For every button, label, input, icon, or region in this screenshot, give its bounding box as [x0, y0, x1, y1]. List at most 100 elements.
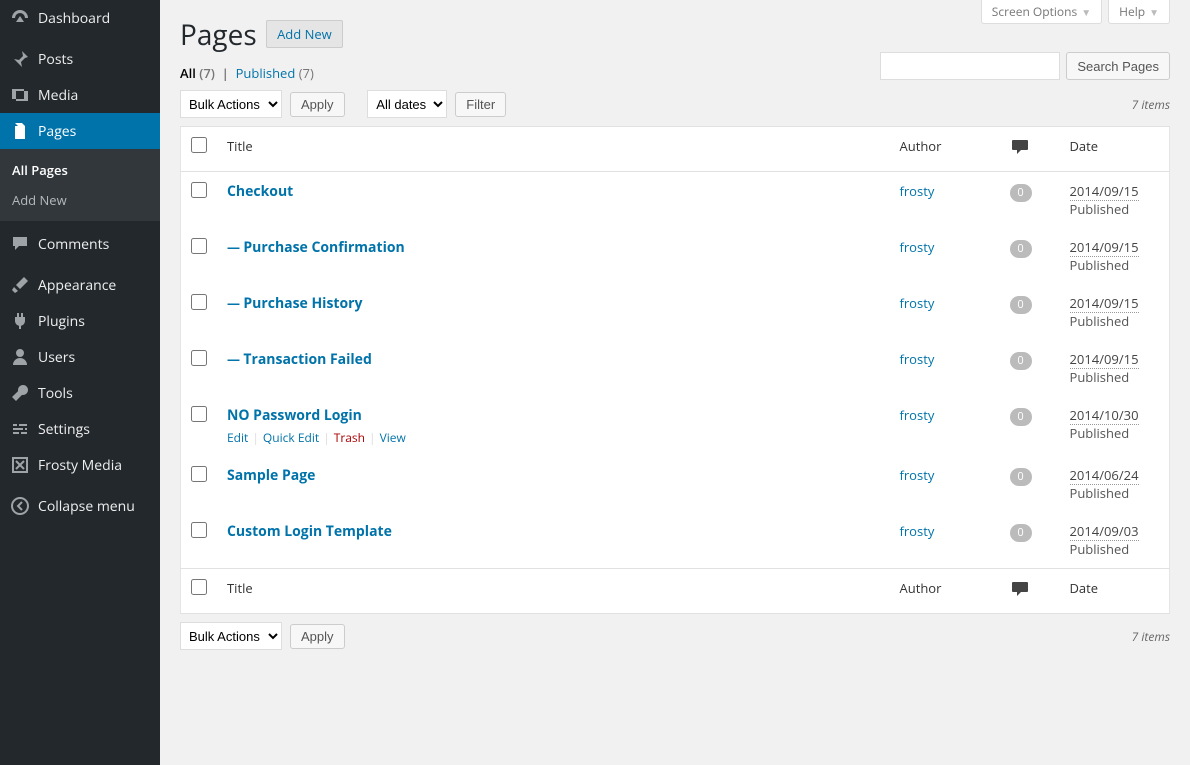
- column-title-foot[interactable]: Title: [217, 569, 890, 614]
- row-date: 2014/09/03: [1070, 522, 1139, 541]
- comment-count[interactable]: 0: [1010, 240, 1032, 258]
- sidebar-item-posts[interactable]: Posts: [0, 41, 160, 77]
- sidebar-item-label: Frosty Media: [38, 456, 122, 475]
- table-row: — Purchase History frosty 0 2014/09/15Publi…: [181, 284, 1170, 340]
- sidebar-item-label: Appearance: [38, 276, 116, 295]
- row-checkbox[interactable]: [191, 466, 207, 482]
- row-date: 2014/09/15: [1070, 294, 1139, 313]
- sidebar-item-users[interactable]: Users: [0, 339, 160, 375]
- page-title-link[interactable]: Checkout: [227, 182, 293, 201]
- column-comments-foot[interactable]: [1000, 569, 1060, 614]
- row-checkbox[interactable]: [191, 522, 207, 538]
- add-new-button[interactable]: Add New: [266, 20, 343, 48]
- comment-icon: [10, 234, 30, 254]
- row-status: Published: [1070, 368, 1130, 386]
- submenu-item-all-pages[interactable]: All Pages: [0, 155, 160, 185]
- row-checkbox[interactable]: [191, 406, 207, 422]
- tablenav-top: Bulk Actions Apply All dates Filter 7 it…: [180, 90, 1170, 118]
- table-row: Sample Pagefrosty02014/06/24Published: [181, 456, 1170, 512]
- dates-select[interactable]: All dates: [367, 90, 447, 118]
- column-author[interactable]: Author: [890, 127, 1000, 172]
- page-title-link[interactable]: Sample Page: [227, 466, 315, 485]
- sidebar-item-tools[interactable]: Tools: [0, 375, 160, 411]
- search-input[interactable]: [880, 52, 1060, 80]
- child-indicator: —: [227, 294, 243, 312]
- pages-icon: [10, 121, 30, 141]
- sliders-icon: [10, 419, 30, 439]
- sidebar-item-collapse-menu[interactable]: Collapse menu: [0, 488, 160, 524]
- sidebar-item-label: Media: [38, 86, 78, 105]
- row-checkbox[interactable]: [191, 294, 207, 310]
- page-title-link[interactable]: Purchase History: [243, 294, 362, 313]
- sidebar-item-frosty-media[interactable]: Frosty Media: [0, 447, 160, 483]
- row-date: 2014/09/15: [1070, 182, 1139, 201]
- author-link[interactable]: frosty: [900, 406, 935, 424]
- filter-button[interactable]: Filter: [455, 92, 506, 117]
- row-status: Published: [1070, 540, 1130, 558]
- column-author-foot[interactable]: Author: [890, 569, 1000, 614]
- comment-icon: [1010, 579, 1030, 599]
- sidebar-item-comments[interactable]: Comments: [0, 226, 160, 262]
- filter-all[interactable]: All (7): [180, 64, 215, 82]
- bulk-apply-button[interactable]: Apply: [290, 92, 345, 117]
- row-checkbox[interactable]: [191, 238, 207, 254]
- submenu-item-add-new[interactable]: Add New: [0, 185, 160, 215]
- table-row: NO Password LoginEdit|Quick Edit|Trash|V…: [181, 396, 1170, 456]
- edit-link[interactable]: Edit: [227, 429, 248, 446]
- table-row: Checkoutfrosty02014/09/15Published: [181, 172, 1170, 229]
- table-row: — Transaction Failedfrosty02014/09/15Pub…: [181, 340, 1170, 396]
- sidebar-item-settings[interactable]: Settings: [0, 411, 160, 447]
- comment-count[interactable]: 0: [1010, 408, 1032, 426]
- filter-published[interactable]: Published (7): [236, 64, 314, 82]
- row-status: Published: [1070, 312, 1130, 330]
- sidebar-item-plugins[interactable]: Plugins: [0, 303, 160, 339]
- comment-count[interactable]: 0: [1010, 184, 1032, 202]
- author-link[interactable]: frosty: [900, 522, 935, 540]
- trash-link[interactable]: Trash: [334, 429, 365, 446]
- bulk-actions-select-bottom[interactable]: Bulk Actions: [180, 622, 282, 650]
- quick-edit-link[interactable]: Quick Edit: [263, 429, 319, 446]
- row-status: Published: [1070, 484, 1130, 502]
- row-checkbox[interactable]: [191, 182, 207, 198]
- page-title-link[interactable]: Transaction Failed: [243, 350, 371, 369]
- column-title[interactable]: Title: [217, 127, 890, 172]
- comment-count[interactable]: 0: [1010, 524, 1032, 542]
- child-indicator: —: [227, 350, 243, 368]
- sidebar-item-pages[interactable]: Pages: [0, 113, 160, 149]
- pages-table: Title Author Date Checkout frosty 0 2014/09…: [180, 126, 1170, 614]
- page-title-link[interactable]: NO Password Login: [227, 406, 362, 425]
- page-title-link[interactable]: Custom Login Template: [227, 522, 392, 541]
- comment-count[interactable]: 0: [1010, 468, 1032, 486]
- author-link[interactable]: frosty: [900, 238, 935, 256]
- help-tab[interactable]: Help▼: [1108, 0, 1170, 24]
- sidebar-item-dashboard[interactable]: Dashboard: [0, 0, 160, 36]
- comment-count[interactable]: 0: [1010, 296, 1032, 314]
- sidebar-item-media[interactable]: Media: [0, 77, 160, 113]
- author-link[interactable]: frosty: [900, 182, 935, 200]
- screen-options-tab[interactable]: Screen Options▼: [981, 0, 1102, 24]
- sidebar-item-label: Settings: [38, 420, 90, 439]
- author-link[interactable]: frosty: [900, 294, 935, 312]
- row-status: Published: [1070, 256, 1130, 274]
- author-link[interactable]: frosty: [900, 466, 935, 484]
- column-date-foot[interactable]: Date: [1060, 569, 1170, 614]
- frosty-icon: [10, 455, 30, 475]
- author-link[interactable]: frosty: [900, 350, 935, 368]
- bulk-actions-select[interactable]: Bulk Actions: [180, 90, 282, 118]
- select-all-checkbox-bottom[interactable]: [191, 579, 207, 595]
- wrench-icon: [10, 383, 30, 403]
- select-all-checkbox[interactable]: [191, 137, 207, 153]
- row-status: Published: [1070, 424, 1130, 442]
- page-title-link[interactable]: Purchase Confirmation: [243, 238, 404, 257]
- row-checkbox[interactable]: [191, 350, 207, 366]
- column-date[interactable]: Date: [1060, 127, 1170, 172]
- bulk-apply-button-bottom[interactable]: Apply: [290, 624, 345, 649]
- view-link[interactable]: View: [380, 429, 406, 446]
- item-count-bottom: 7 items: [1132, 628, 1170, 645]
- sidebar-item-appearance[interactable]: Appearance: [0, 267, 160, 303]
- search-button[interactable]: Search Pages: [1066, 52, 1170, 80]
- sidebar-item-label: Posts: [38, 50, 73, 69]
- column-comments[interactable]: [1000, 127, 1060, 172]
- comment-count[interactable]: 0: [1010, 352, 1032, 370]
- brush-icon: [10, 275, 30, 295]
